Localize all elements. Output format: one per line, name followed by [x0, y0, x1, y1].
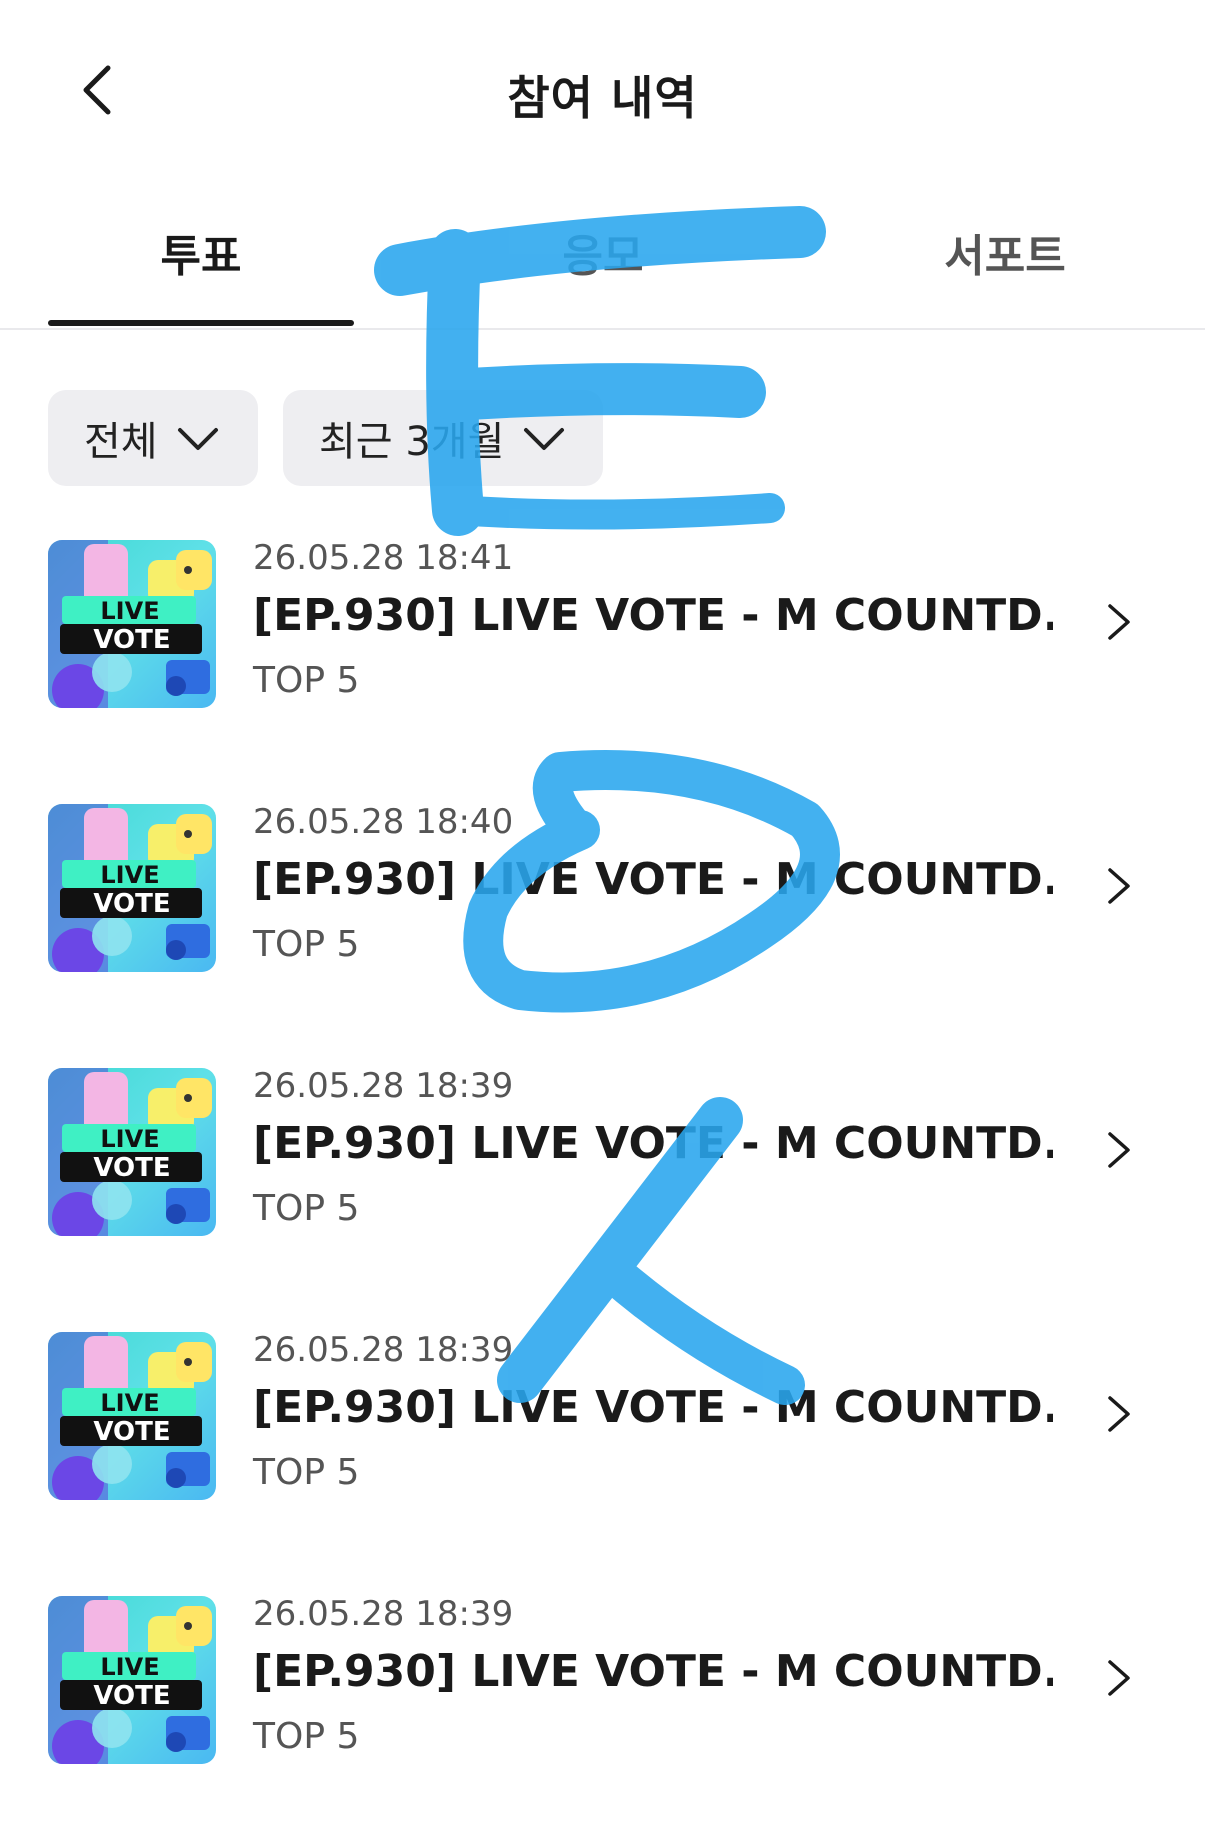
- svg-text:VOTE: VOTE: [93, 1417, 170, 1447]
- period-filter-label: 최근 3개월: [319, 419, 505, 465]
- svg-text:LIVE: LIVE: [100, 597, 159, 625]
- chevron-down-icon: [176, 416, 220, 460]
- chevron-right-icon: [1098, 1130, 1138, 1170]
- item-subtitle: TOP 5: [253, 1716, 360, 1757]
- list-item[interactable]: LIVE VOTE 26.05.28 18:41 [EP.930] LIVE V…: [0, 520, 1205, 750]
- chevron-down-icon: [522, 416, 566, 460]
- chevron-right-icon: [1098, 602, 1138, 642]
- tab-vote[interactable]: 투표: [46, 220, 356, 284]
- item-date: 26.05.28 18:39: [253, 1594, 514, 1634]
- chevron-right-icon: [1098, 866, 1138, 906]
- item-title: [EP.930] LIVE VOTE - M COUNTD...: [253, 854, 1053, 905]
- period-filter-dropdown[interactable]: 최근 3개월: [283, 390, 603, 486]
- live-vote-thumbnail: LIVE VOTE: [48, 540, 216, 708]
- item-subtitle: TOP 5: [253, 660, 360, 701]
- item-date: 26.05.28 18:40: [253, 802, 514, 842]
- item-title: [EP.930] LIVE VOTE - M COUNTD...: [253, 1118, 1053, 1169]
- svg-text:LIVE: LIVE: [100, 861, 159, 889]
- page-title: 참여 내역: [507, 71, 698, 125]
- item-title: [EP.930] LIVE VOTE - M COUNTD...: [253, 1646, 1053, 1697]
- svg-text:LIVE: LIVE: [100, 1389, 159, 1417]
- item-date: 26.05.28 18:41: [253, 538, 514, 578]
- live-vote-thumbnail: LIVE VOTE: [48, 804, 216, 972]
- header: 참여 내역: [0, 0, 1205, 190]
- item-subtitle: TOP 5: [253, 924, 360, 965]
- tab-support[interactable]: 서포트: [850, 220, 1160, 284]
- item-subtitle: TOP 5: [253, 1188, 360, 1229]
- tab-bar: 투표 응모 서포트: [0, 190, 1205, 330]
- live-vote-thumbnail: LIVE VOTE: [48, 1068, 216, 1236]
- list-item[interactable]: LIVE VOTE 26.05.28 18:40 [EP.930] LIVE V…: [0, 784, 1205, 1014]
- item-title: [EP.930] LIVE VOTE - M COUNTD...: [253, 1382, 1053, 1433]
- item-date: 26.05.28 18:39: [253, 1330, 514, 1370]
- svg-text:LIVE: LIVE: [100, 1653, 159, 1681]
- item-title: [EP.930] LIVE VOTE - M COUNTD...: [253, 590, 1053, 641]
- svg-text:VOTE: VOTE: [93, 1681, 170, 1711]
- item-date: 26.05.28 18:39: [253, 1066, 514, 1106]
- list-item[interactable]: LIVE VOTE 26.05.28 18:39 [EP.930] LIVE V…: [0, 1312, 1205, 1542]
- live-vote-thumbnail: LIVE VOTE: [48, 1332, 216, 1500]
- item-subtitle: TOP 5: [253, 1452, 360, 1493]
- active-tab-indicator: [48, 320, 354, 326]
- chevron-right-icon: [1098, 1394, 1138, 1434]
- category-filter-dropdown[interactable]: 전체: [48, 390, 258, 486]
- chevron-right-icon: [1098, 1658, 1138, 1698]
- svg-text:LIVE: LIVE: [100, 1125, 159, 1153]
- tab-apply[interactable]: 응모: [448, 220, 758, 284]
- list-item[interactable]: LIVE VOTE 26.05.28 18:39 [EP.930] LIVE V…: [0, 1048, 1205, 1278]
- svg-text:VOTE: VOTE: [93, 625, 170, 655]
- svg-text:VOTE: VOTE: [93, 1153, 170, 1183]
- category-filter-label: 전체: [84, 419, 158, 465]
- live-vote-thumbnail: LIVE VOTE: [48, 1596, 216, 1764]
- svg-text:VOTE: VOTE: [93, 889, 170, 919]
- list-item[interactable]: LIVE VOTE 26.05.28 18:39 [EP.930] LIVE V…: [0, 1576, 1205, 1806]
